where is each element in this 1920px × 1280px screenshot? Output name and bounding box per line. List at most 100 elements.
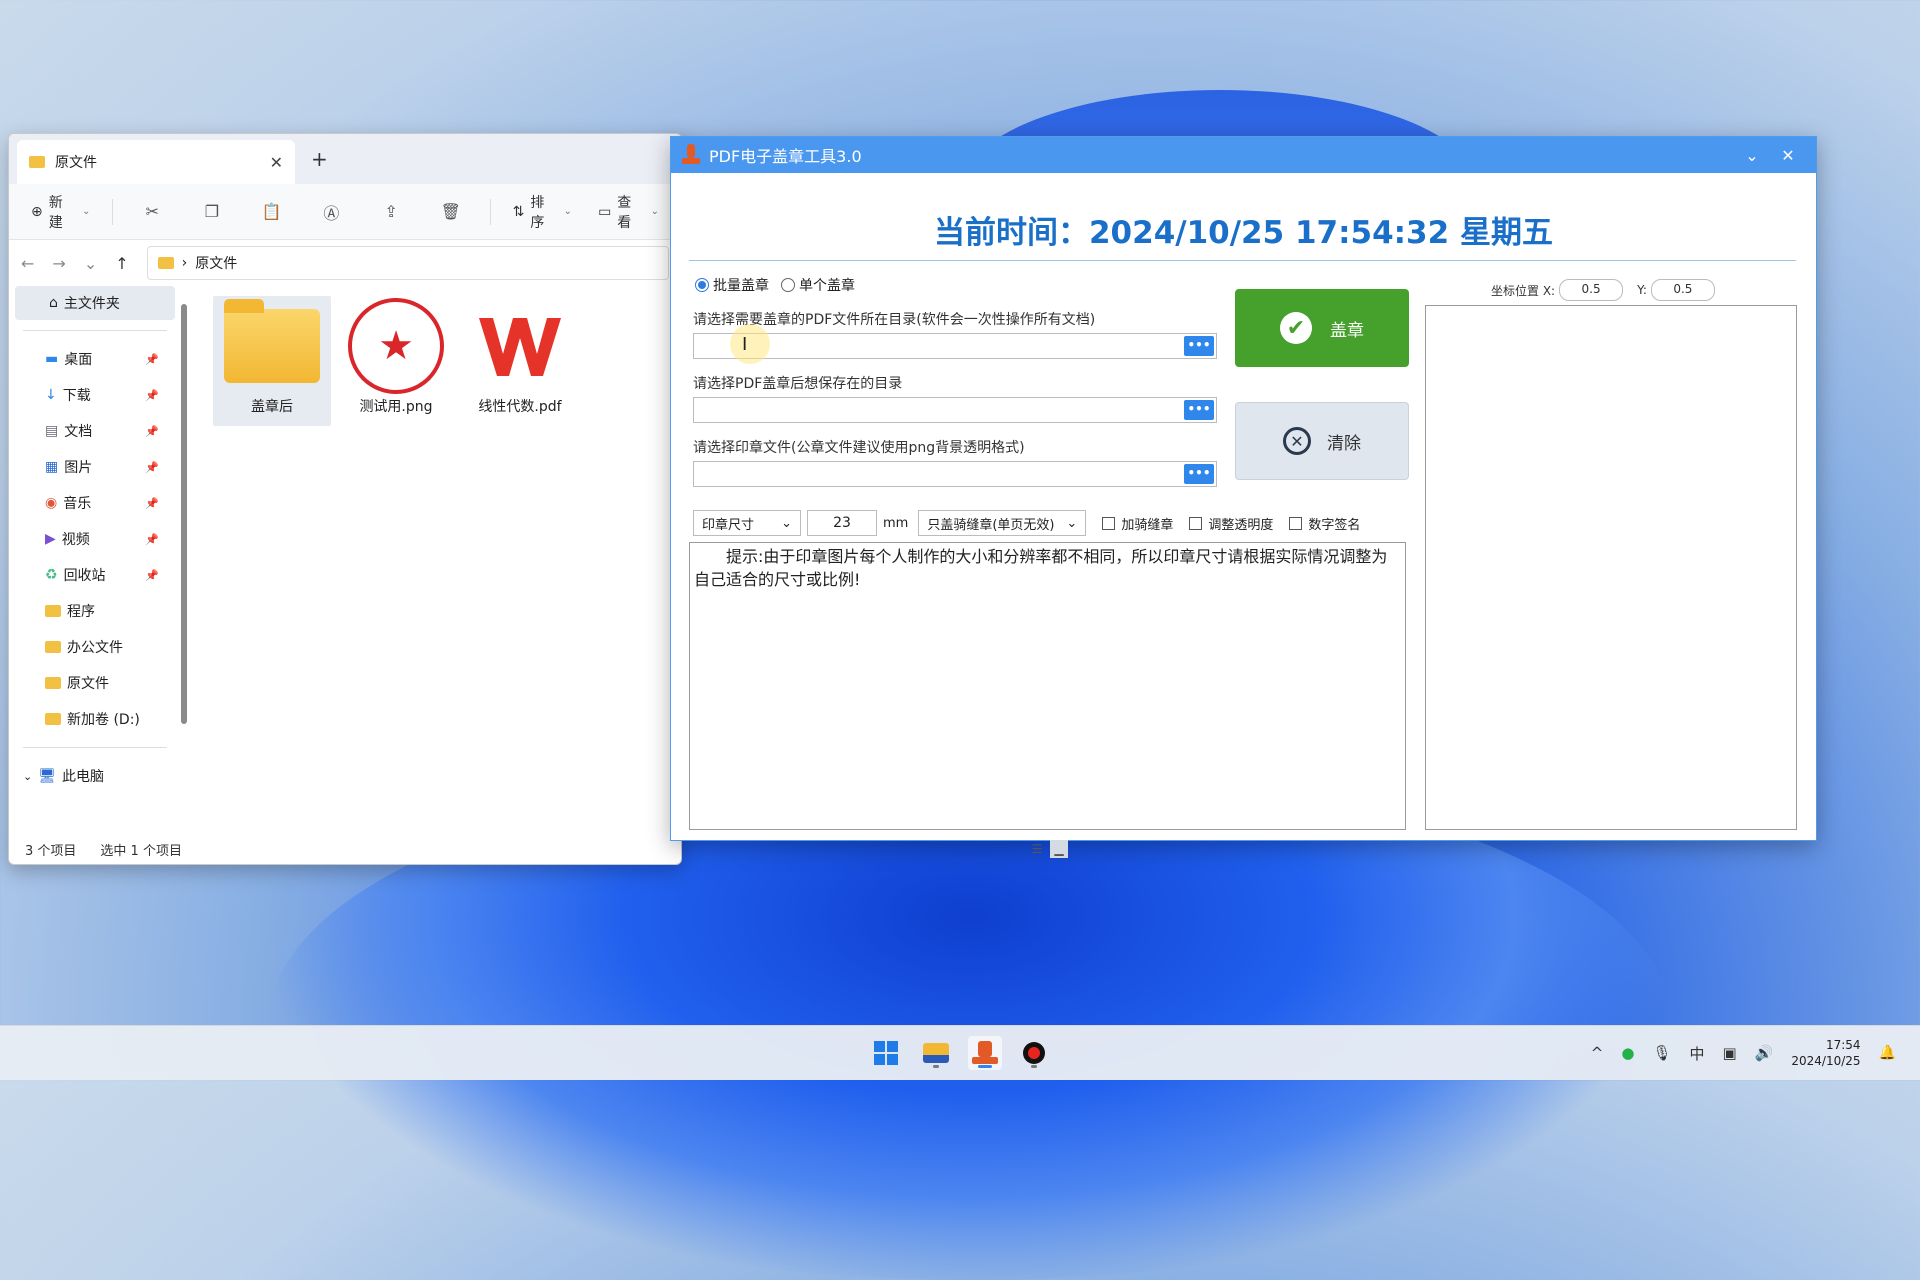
- nav-item-label: 图片: [64, 460, 93, 476]
- running-indicator: [1031, 1065, 1037, 1068]
- nav-item[interactable]: 程序: [9, 593, 181, 629]
- ime-indicator[interactable]: 中: [1690, 1043, 1705, 1064]
- network-icon[interactable]: ▣: [1723, 1044, 1737, 1062]
- details-view-icon[interactable]: ☰: [1028, 840, 1046, 858]
- tray-chevron-up-icon[interactable]: ^: [1591, 1044, 1604, 1062]
- seal-thumbnail-icon: ★: [348, 298, 444, 394]
- explorer-tab[interactable]: 原文件 ✕: [17, 140, 295, 184]
- apply-stamp-label: 盖章: [1330, 320, 1364, 341]
- nav-item[interactable]: ◉ 音乐 📌: [9, 485, 181, 521]
- clear-button[interactable]: ✕ 清除: [1235, 402, 1409, 480]
- nav-item[interactable]: 原文件: [9, 665, 181, 701]
- tiles-view-icon[interactable]: ▁: [1050, 840, 1068, 858]
- breadcrumb[interactable]: 原文件: [195, 253, 237, 273]
- taskbar-stamp-tool[interactable]: [968, 1036, 1002, 1070]
- notification-bell-icon[interactable]: 🔔: [1879, 1045, 1896, 1061]
- single-stamp-label[interactable]: 单个盖章: [799, 275, 855, 295]
- sort-button[interactable]: ⇅ 排序 ⌄: [503, 188, 582, 236]
- browse-pdf-dir-button[interactable]: •••: [1184, 336, 1214, 356]
- volume-icon[interactable]: 🔊: [1755, 1044, 1774, 1062]
- nav-item[interactable]: ▶ 视频 📌: [9, 521, 181, 557]
- new-tab-button[interactable]: +: [311, 147, 328, 171]
- single-stamp-radio[interactable]: [781, 278, 795, 292]
- chevron-down-icon: ⌄: [1066, 515, 1078, 531]
- opacity-checkbox[interactable]: 调整透明度: [1189, 514, 1273, 533]
- nav-item[interactable]: ♻ 回收站 📌: [9, 557, 181, 593]
- pdf-stamp-tool-window: PDF电子盖章工具3.0 ⌄ ✕ 当前时间：2024/10/25 17:54:3…: [670, 136, 1817, 841]
- browse-save-dir-button[interactable]: •••: [1184, 400, 1214, 420]
- toolbar-divider: [112, 198, 114, 225]
- stamp-preview-panel[interactable]: [1425, 305, 1797, 830]
- microphone-icon[interactable]: 🎙: [1652, 1044, 1671, 1062]
- browse-stamp-file-button[interactable]: •••: [1184, 464, 1214, 484]
- stamp-file-label: 请选择印章文件(公章文件建议使用png背景透明格式): [693, 440, 1025, 456]
- checkbox-box[interactable]: [1189, 516, 1203, 530]
- explorer-body: ⌂ 主文件夹 ▬ 桌面 📌 ↓ 下载 📌 ▤ 文档 📌 ▦ 图片 📌 ◉ 音乐 📌 ▶ 视频 📌 ♻ 回收站 📌 程序办公…: [9, 286, 681, 834]
- up-arrow-icon[interactable]: ↑: [115, 254, 128, 273]
- file-tile-png[interactable]: ★ 测试用.png: [337, 296, 455, 426]
- share-icon[interactable]: ⇪: [364, 202, 418, 221]
- coord-x-input[interactable]: 0.5: [1559, 279, 1624, 301]
- nav-item[interactable]: ↓ 下载 📌: [9, 377, 181, 413]
- batch-stamp-label[interactable]: 批量盖章: [713, 275, 769, 295]
- pdf-dir-input[interactable]: I •••: [693, 324, 1217, 364]
- rename-icon[interactable]: Ⓐ: [305, 200, 359, 224]
- pin-icon: 📌: [145, 424, 159, 438]
- apply-stamp-button[interactable]: ✔ 盖章: [1235, 289, 1409, 367]
- nav-item[interactable]: ▦ 图片 📌: [9, 449, 181, 485]
- address-field[interactable]: › 原文件: [146, 246, 669, 280]
- copy-icon[interactable]: ❐: [185, 202, 239, 221]
- monitor-icon: 🖥: [38, 768, 56, 784]
- nav-item[interactable]: 办公文件: [9, 629, 181, 665]
- nav-item-label: 新加卷 (D:): [67, 712, 140, 728]
- file-tile-folder[interactable]: 盖章后: [213, 296, 331, 426]
- selection-count: 选中 1 个项目: [100, 843, 182, 859]
- cut-icon[interactable]: ✂: [125, 202, 179, 221]
- hint-textarea[interactable]: 提示:由于印章图片每个人制作的大小和分辨率都不相同，所以印章尺寸请根据实际情况调…: [689, 542, 1406, 830]
- seam-stamp-checkbox[interactable]: 加骑缝章: [1102, 514, 1173, 533]
- close-tab-icon[interactable]: ✕: [270, 153, 283, 172]
- header-divider: [689, 260, 1796, 261]
- view-button[interactable]: ▭ 查看 ⌄: [588, 188, 669, 236]
- nav-item[interactable]: ▤ 文档 📌: [9, 413, 181, 449]
- save-dir-input[interactable]: •••: [693, 397, 1217, 423]
- wechat-icon[interactable]: ●: [1621, 1044, 1634, 1062]
- size-value-input[interactable]: 23: [807, 510, 877, 536]
- delete-icon[interactable]: 🗑: [424, 202, 478, 221]
- close-window-icon[interactable]: ✕: [1770, 146, 1806, 165]
- nav-scrollbar[interactable]: [181, 304, 187, 724]
- nav-item-label: 程序: [67, 604, 95, 620]
- nav-item-icon: ▦: [45, 459, 59, 475]
- batch-stamp-radio[interactable]: [695, 278, 709, 292]
- new-button[interactable]: ⊕ 新建 ⌄: [21, 188, 100, 236]
- minimize-chevron-icon[interactable]: ⌄: [1734, 146, 1770, 165]
- address-bar-row: ← → ⌄ ↑ › 原文件: [9, 240, 681, 286]
- folder-icon: [157, 257, 174, 269]
- coord-y-input[interactable]: 0.5: [1650, 279, 1715, 301]
- nav-item-icon: ▶: [45, 531, 56, 547]
- coord-x-label: 坐标位置 X:: [1491, 283, 1556, 298]
- checkbox-box[interactable]: [1102, 516, 1116, 530]
- file-name: 测试用.png: [359, 399, 433, 415]
- taskbar-file-explorer[interactable]: [919, 1036, 953, 1070]
- file-name: 线性代数.pdf: [478, 399, 562, 415]
- start-button[interactable]: [869, 1036, 903, 1070]
- nav-home-item[interactable]: ⌂ 主文件夹: [15, 286, 175, 320]
- taskbar-recorder[interactable]: [1017, 1036, 1051, 1070]
- taskbar-clock[interactable]: 17:54 2024/10/25: [1791, 1037, 1860, 1069]
- paste-icon[interactable]: 📋: [245, 202, 299, 221]
- nav-item[interactable]: ▬ 桌面 📌: [9, 341, 181, 377]
- back-arrow-icon[interactable]: ←: [21, 254, 34, 273]
- forward-arrow-icon[interactable]: →: [52, 254, 65, 273]
- size-mode-select[interactable]: 印章尺寸 ⌄: [693, 510, 801, 536]
- file-tile-pdf[interactable]: 线性代数.pdf: [461, 296, 579, 426]
- stamp-file-input[interactable]: •••: [693, 461, 1217, 487]
- checkbox-box[interactable]: [1289, 516, 1303, 530]
- recent-chevron-icon[interactable]: ⌄: [84, 254, 97, 273]
- sort-icon: ⇅: [512, 203, 525, 220]
- nav-item-icon: ▤: [45, 423, 59, 439]
- seam-mode-select[interactable]: 只盖骑缝章(单页无效) ⌄: [918, 510, 1087, 536]
- nav-item-this-pc[interactable]: ⌄ 🖥 此电脑: [9, 758, 181, 794]
- nav-item[interactable]: 新加卷 (D:): [9, 701, 181, 737]
- digital-signature-checkbox[interactable]: 数字签名: [1289, 514, 1360, 533]
